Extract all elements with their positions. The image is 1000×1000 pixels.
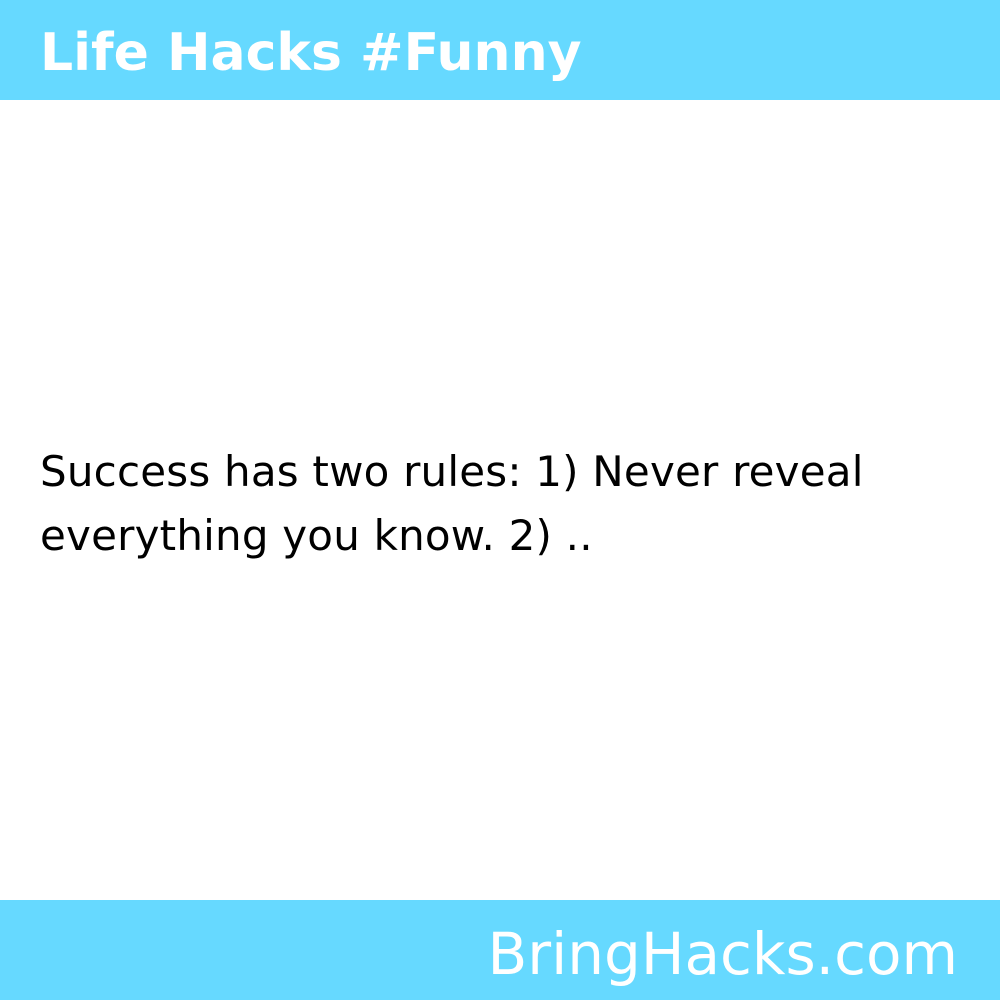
quote-area: Success has two rules: 1) Never reveal e… (40, 440, 960, 568)
quote-text: Success has two rules: 1) Never reveal e… (40, 447, 864, 560)
brand-watermark: BringHacks.com (487, 920, 959, 988)
footer-bar: BringHacks.com (0, 900, 1000, 1000)
page-title: Life Hacks #Funny (40, 23, 582, 83)
header-bar: Life Hacks #Funny (0, 0, 1000, 100)
life-hack-card: Life Hacks #Funny Success has two rules:… (0, 0, 1000, 1000)
